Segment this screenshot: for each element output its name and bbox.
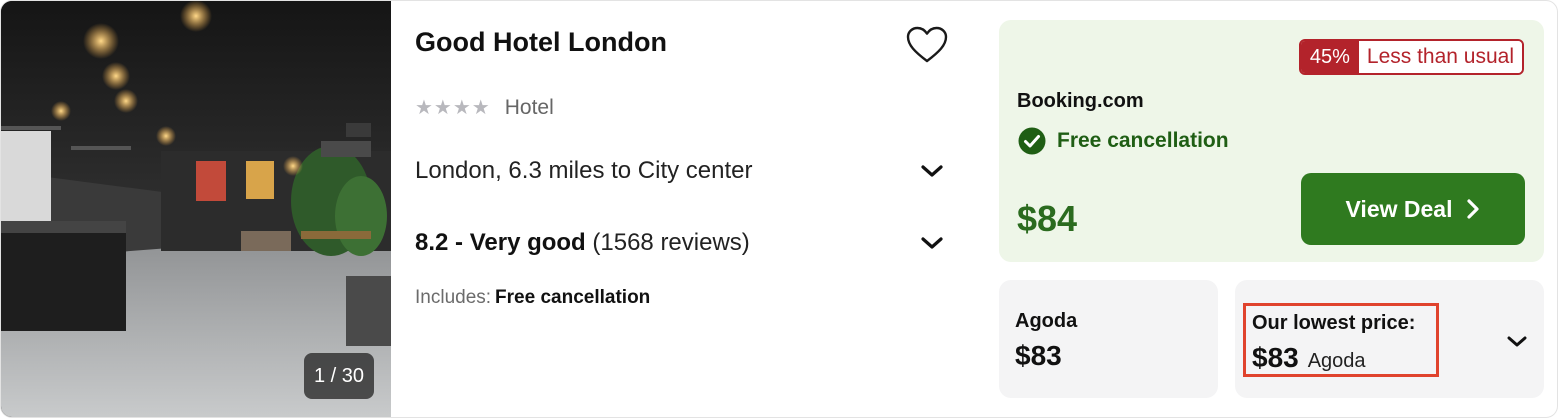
view-deal-label: View Deal <box>1345 195 1453 222</box>
includes-value: Free cancellation <box>495 287 651 308</box>
discount-percent: 45% <box>1300 41 1359 73</box>
includes-row: Includes: Free cancellation <box>415 287 650 309</box>
lowest-price-row: $83 Agoda <box>1252 342 1366 374</box>
lowest-price-box[interactable]: Our lowest price: $83 Agoda <box>1235 280 1544 398</box>
rating-score: 8.2 - Very good <box>415 229 586 256</box>
rating-row[interactable]: 8.2 - Very good (1568 reviews) <box>415 229 945 257</box>
chevron-right-icon <box>1467 199 1480 219</box>
location-text: London, 6.3 miles to City center <box>415 157 753 184</box>
chevron-down-icon[interactable] <box>919 162 945 180</box>
hotel-name[interactable]: Good Hotel London <box>415 27 667 58</box>
stars-row: ★★★★ Hotel <box>415 95 554 120</box>
deal-price: $84 <box>1017 198 1078 239</box>
deal-provider: Booking.com <box>1017 90 1144 112</box>
check-circle-icon <box>1018 127 1046 155</box>
chevron-down-icon[interactable] <box>1506 334 1528 349</box>
lowest-price-label: Our lowest price: <box>1252 312 1416 334</box>
lowest-price-value: $83 <box>1252 342 1299 373</box>
hotel-type: Hotel <box>504 95 554 119</box>
free-cancellation-row: Free cancellation <box>1017 126 1229 156</box>
photo-counter: 1 / 30 <box>304 353 374 399</box>
main-deal-box[interactable]: 45% Less than usual Booking.com Free can… <box>999 20 1544 262</box>
hotel-result-card: 1 / 30 Good Hotel London ★★★★ Hotel Lond… <box>0 0 1558 418</box>
hotel-photo[interactable]: 1 / 30 <box>1 1 391 417</box>
rating-reviews: (1568 reviews) <box>592 229 750 256</box>
chevron-down-icon[interactable] <box>919 234 945 252</box>
alternative-provider: Agoda <box>1015 310 1078 332</box>
location-row[interactable]: London, 6.3 miles to City center <box>415 157 945 185</box>
star-icon: ★★★★ <box>415 97 491 119</box>
discount-text: Less than usual <box>1358 41 1522 73</box>
view-deal-button[interactable]: View Deal <box>1301 173 1525 245</box>
free-cancellation-text: Free cancellation <box>1057 129 1229 152</box>
discount-badge: 45% Less than usual <box>1298 39 1524 75</box>
rating-text: 8.2 - Very good (1568 reviews) <box>415 229 750 257</box>
heart-icon[interactable] <box>905 25 949 65</box>
includes-label: Includes: <box>415 287 492 308</box>
lowest-price-provider: Agoda <box>1307 350 1366 372</box>
alternative-deal-box[interactable]: Agoda $83 <box>999 280 1218 398</box>
alternative-price: $83 <box>1015 340 1062 371</box>
hotel-info: Good Hotel London ★★★★ Hotel London, 6.3… <box>415 1 975 417</box>
